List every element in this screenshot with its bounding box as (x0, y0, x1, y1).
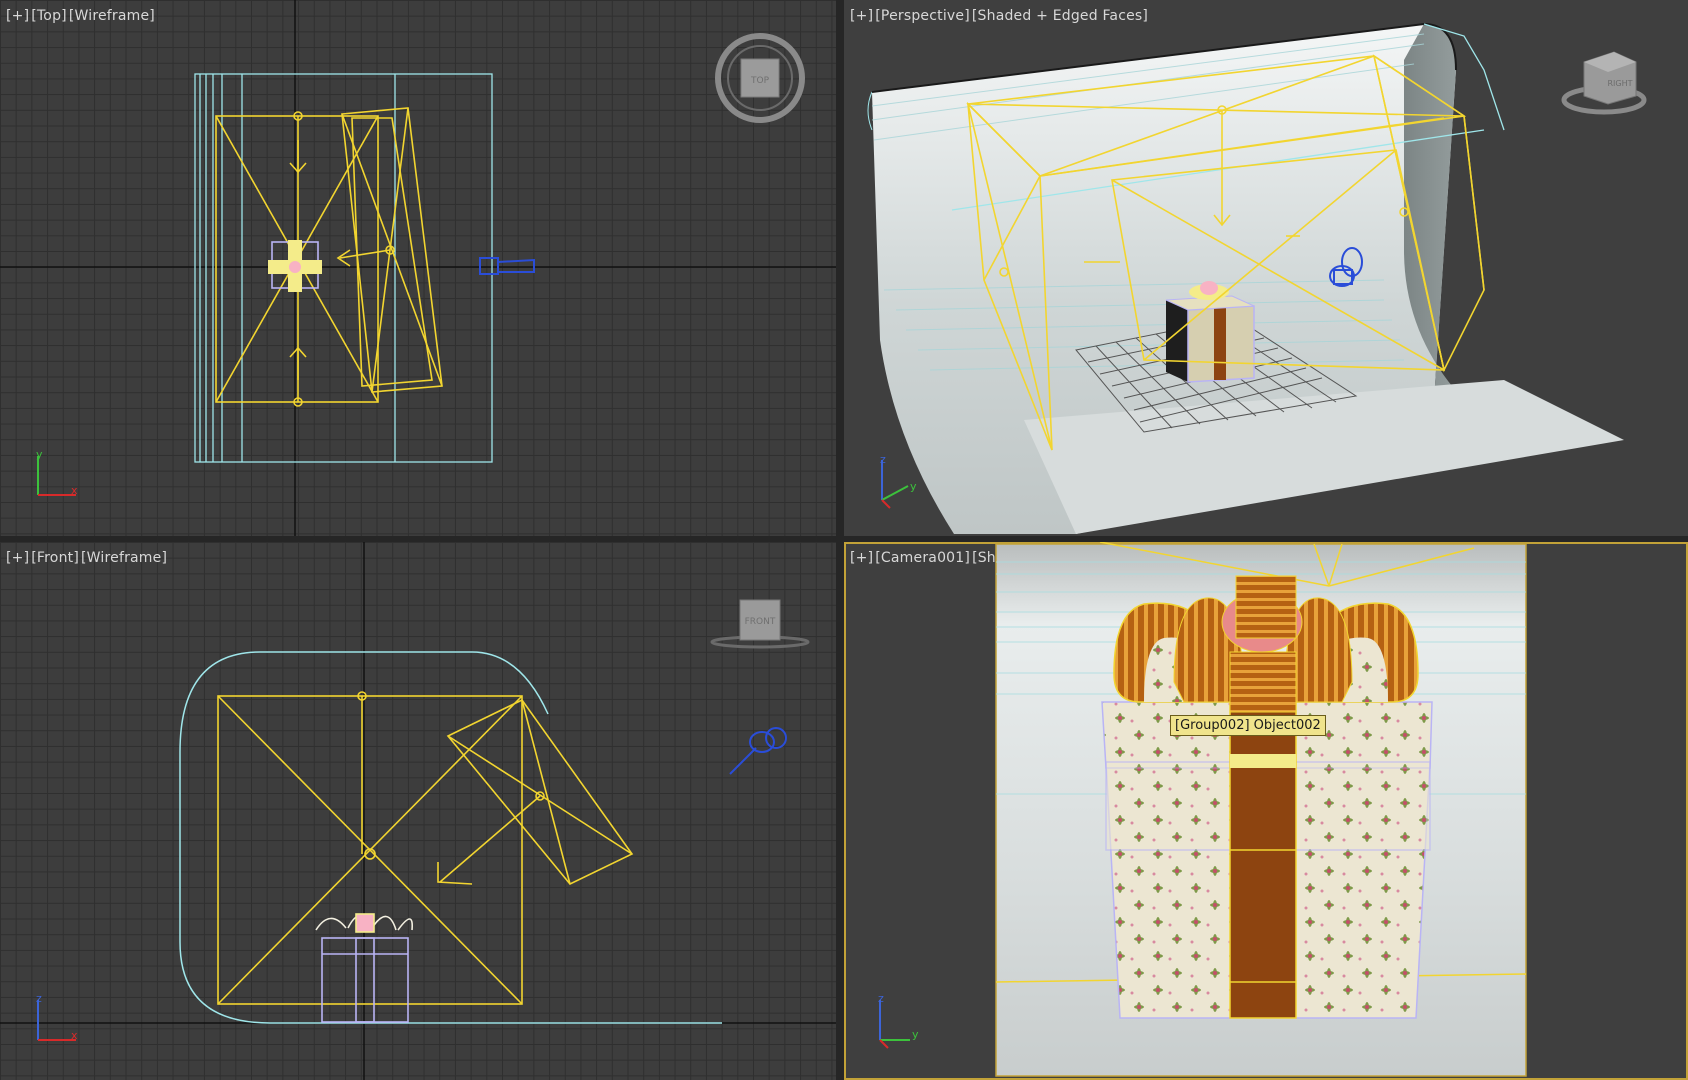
viewport-perspective-label[interactable]: [+] [Perspective] [Shaded + Edged Faces] (850, 8, 1150, 24)
viewport-splitter-horizontal[interactable] (0, 536, 1688, 542)
viewport-menu-plus[interactable]: [+] (6, 550, 29, 566)
viewport-shading-mode[interactable]: [Wireframe] (81, 550, 167, 566)
cyclorama-profile (179, 651, 722, 1024)
viewport-menu-plus[interactable]: [+] (6, 8, 29, 24)
camera-icon (479, 257, 535, 275)
area-light-top (215, 107, 443, 407)
viewport-front-label[interactable]: [+] [Front] [Wireframe] (6, 550, 169, 566)
camera-view-scene: z y (878, 542, 1527, 1077)
viewport-shading-mode[interactable]: [Wireframe] (69, 8, 155, 24)
viewport-perspective[interactable]: [+][Perspective][Shaded + Edged Faces] (844, 0, 1688, 536)
area-light-front (217, 691, 634, 1005)
viewcube-perspective[interactable]: RIGHT (1561, 51, 1647, 115)
viewport-front[interactable]: [+] [Front] [Wireframe] FRONT z x (0, 542, 836, 1080)
viewport-camera[interactable]: [+] [Camera001] [Sh z y [Group002] Objec… (844, 542, 1688, 1080)
svg-text:z: z (36, 992, 42, 1005)
viewport-top[interactable]: [+] [Top] [Wireframe] TOP y x (0, 0, 836, 536)
svg-text:y: y (910, 480, 917, 493)
viewcube-top-text: TOP (750, 76, 770, 86)
svg-text:x: x (71, 484, 78, 497)
viewport-top-label[interactable]: [+] [Top] [Wireframe] (6, 8, 157, 24)
gift-box-camera (1101, 575, 1433, 1019)
front-view-scene: FRONT z x (0, 542, 836, 1080)
gift-box-top (268, 240, 322, 292)
axis-tripod-front: z x (36, 992, 78, 1042)
viewport-view-name[interactable]: [Camera001] (875, 550, 970, 566)
viewcube-perspective-text: RIGHT (1607, 79, 1632, 88)
viewport-camera-label[interactable]: [+] [Camera001] [Sh (850, 550, 998, 566)
perspective-view-scene: RIGHT z y (867, 22, 1647, 534)
viewport-view-name[interactable]: [Perspective] (875, 8, 970, 24)
svg-text:z: z (878, 992, 884, 1005)
viewcube-top[interactable]: TOP (715, 33, 805, 123)
viewport-shading-mode[interactable]: [Shaded + Edged Faces] (972, 8, 1148, 24)
axis-tripod-perspective: z y (880, 453, 917, 509)
axis-tripod-camera: z y (878, 992, 919, 1049)
camera-icon (729, 727, 787, 775)
viewport-view-name[interactable]: [Front] (31, 550, 79, 566)
top-view-scene: TOP y x (0, 0, 836, 536)
svg-text:y: y (36, 448, 43, 461)
viewcube-front-text: FRONT (745, 617, 776, 627)
viewport-menu-plus[interactable]: [+] (850, 8, 873, 24)
axis-tripod-top: y x (36, 448, 78, 497)
object-tooltip: [Group002] Object002 (1170, 715, 1326, 736)
svg-text:z: z (880, 453, 886, 466)
viewcube-front[interactable]: FRONT (710, 599, 810, 649)
svg-text:x: x (71, 1029, 78, 1042)
viewport-view-name[interactable]: [Top] (31, 8, 67, 24)
svg-text:y: y (912, 1028, 919, 1041)
viewport-shading-mode[interactable]: [Sh (972, 550, 996, 566)
viewport-menu-plus[interactable]: [+] (850, 550, 873, 566)
